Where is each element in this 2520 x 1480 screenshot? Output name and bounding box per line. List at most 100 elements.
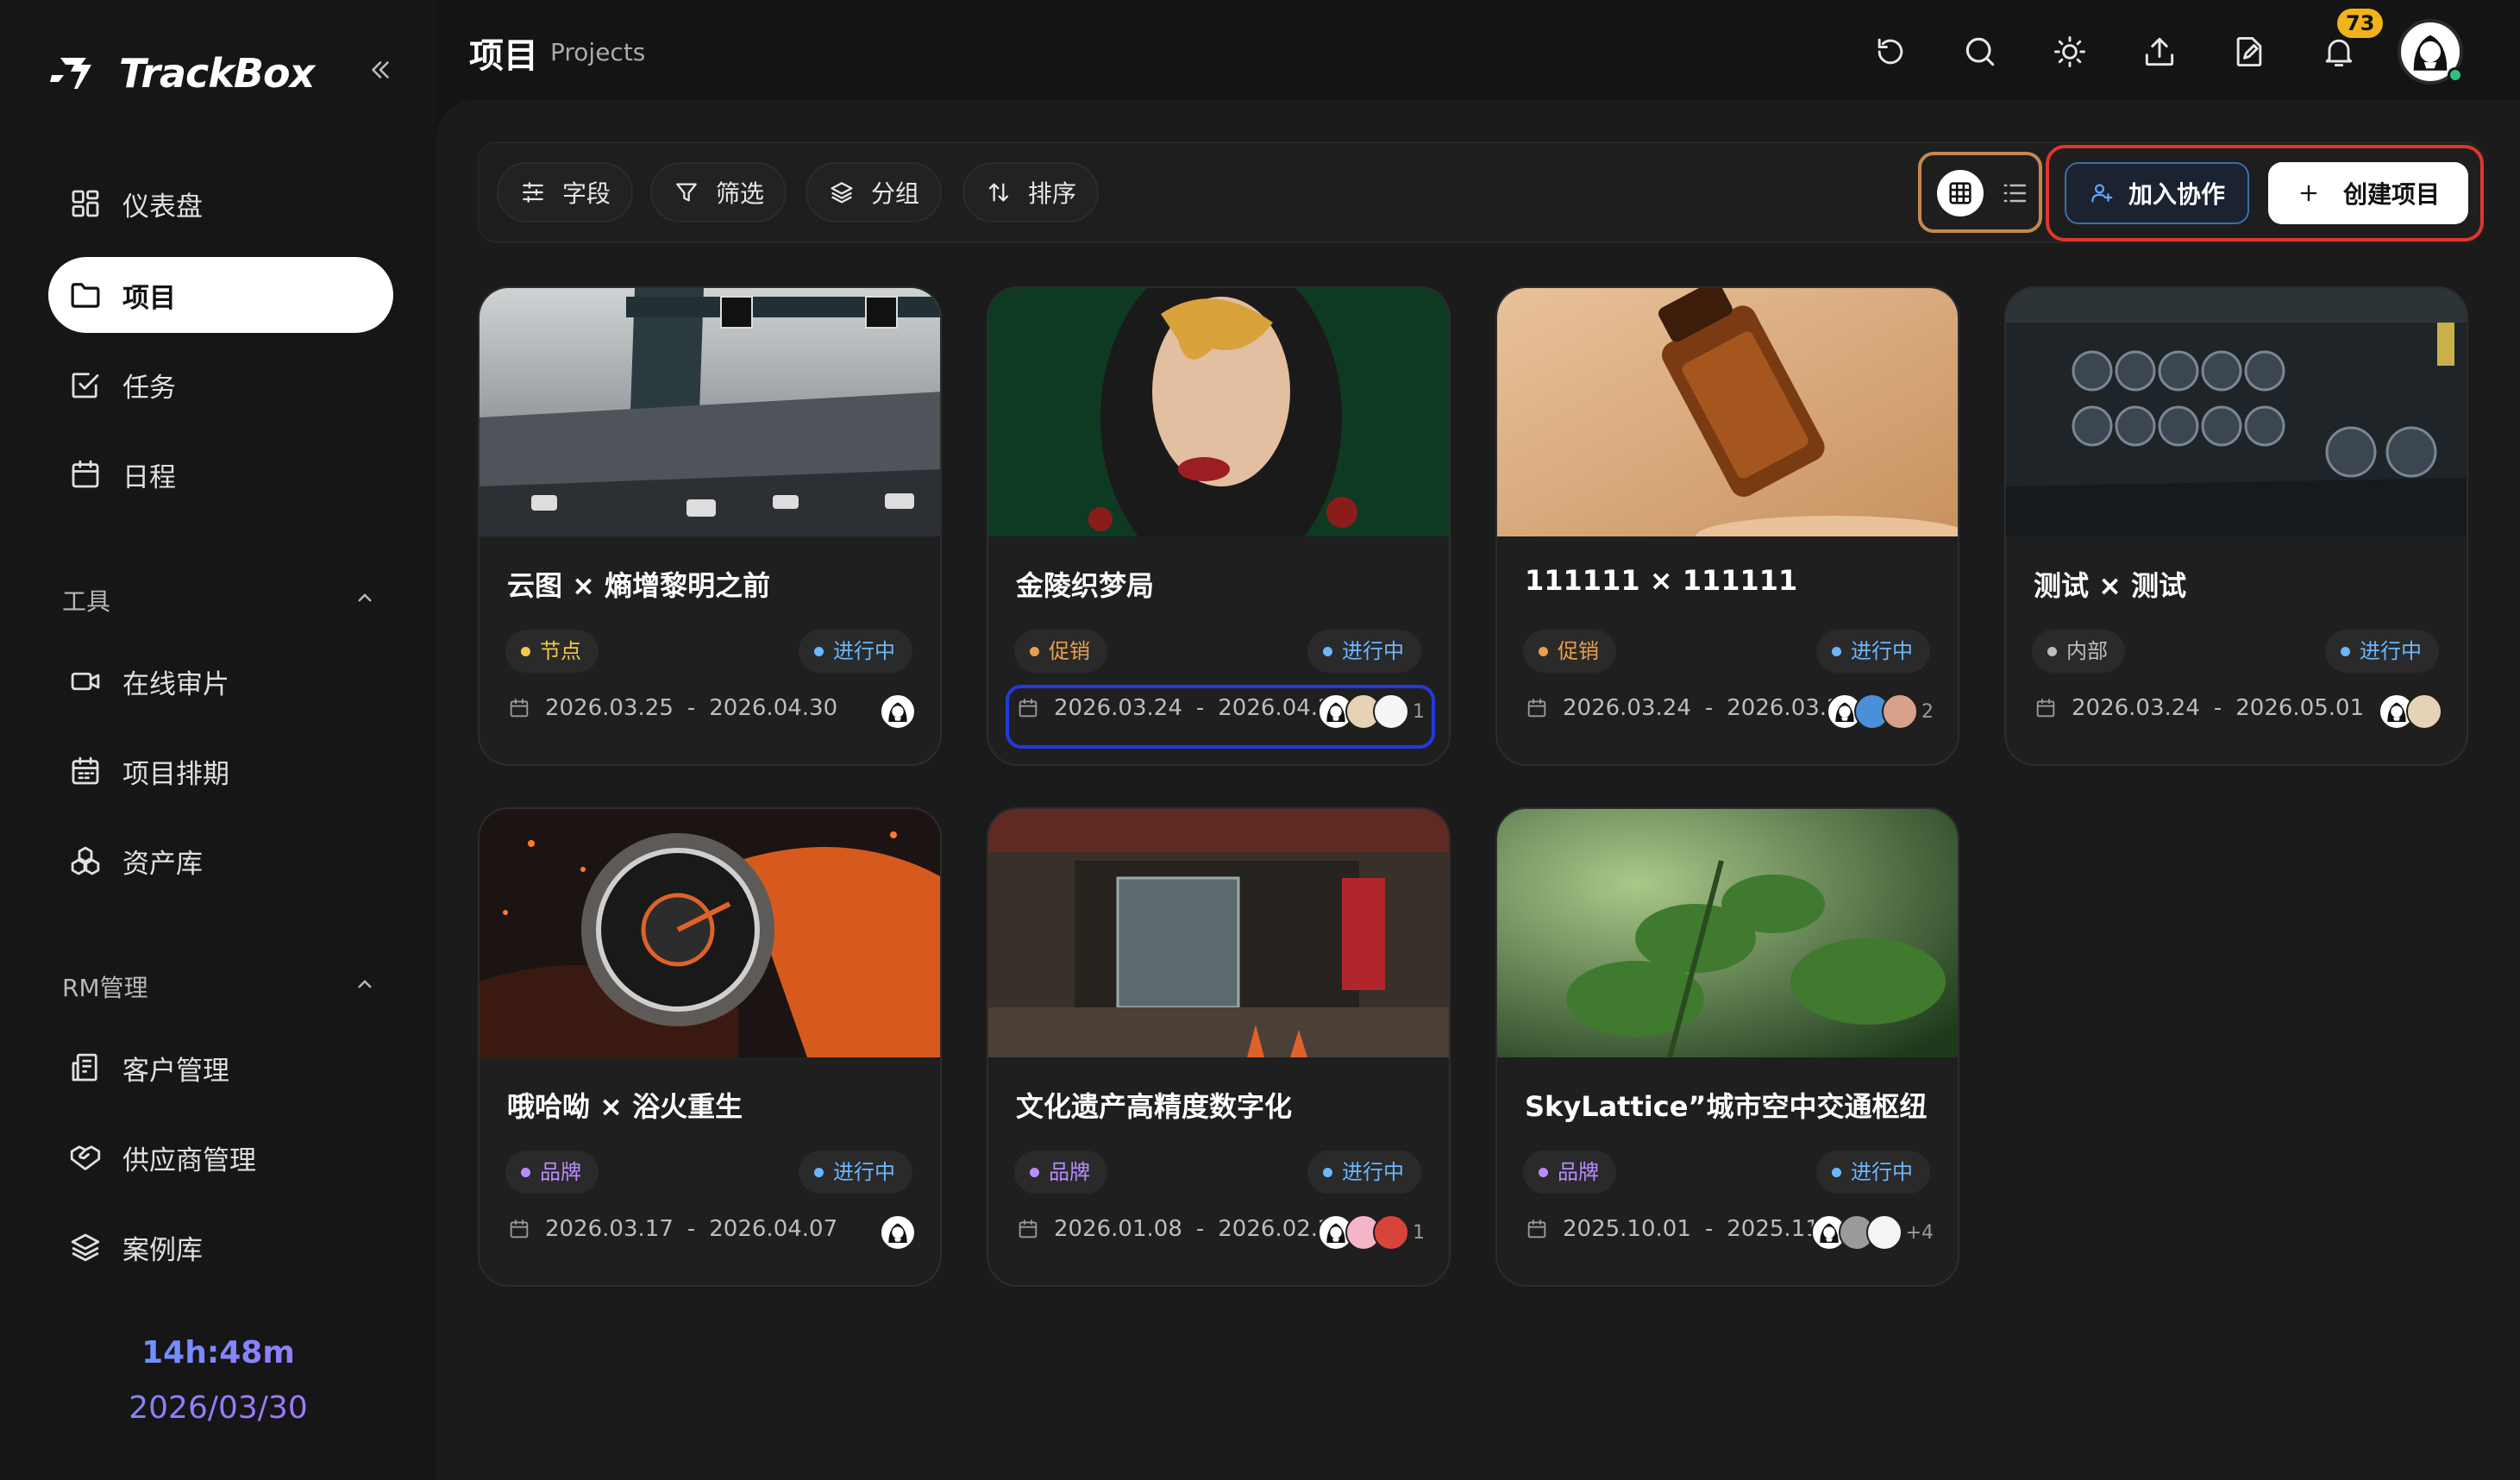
sidebar-item-label: 供应商管理 [122,1144,256,1176]
sidebar-item-projects[interactable]: 项目 [48,257,393,333]
sidebar-item-case-library[interactable]: 案例库 [48,1209,393,1285]
date-separator: - [2213,695,2222,721]
project-card[interactable]: SkyLattice”城市空中交通枢纽 品牌 进行中 2025.10.01 - … [1495,807,1959,1287]
schedule-icon [67,753,103,789]
member-avatar [1373,1214,1409,1251]
upload-icon[interactable] [2141,33,2178,71]
project-title: 哦哈呦 × 浴火重生 [507,1090,743,1123]
project-type-tag: 品牌 [505,1151,599,1194]
chevron-up-icon[interactable] [352,585,378,611]
start-date: 2025.10.01 [1563,1216,1691,1242]
assets-icon [67,843,103,879]
sidebar-item-project-schedule[interactable]: 项目排期 [48,733,393,809]
notification-badge: 73 [2337,9,2384,38]
sidebar-item-label: 仪表盘 [122,191,203,223]
project-dates: 2026.03.24 - 2026.03.27 [1525,695,1855,721]
project-type-tag: 品牌 [1523,1151,1616,1194]
status-badge: 进行中 [1307,1151,1421,1194]
project-dates: 2025.10.01 - 2025.11.01 [1525,1216,1855,1242]
project-type-tag: 品牌 [1014,1151,1107,1194]
refresh-icon[interactable] [1871,33,1909,71]
project-title: 云图 × 熵增黎明之前 [507,569,771,602]
project-dates: 2026.03.25 - 2026.04.30 [507,695,837,721]
client-icon [67,1050,103,1086]
theme-sun-icon[interactable] [2051,33,2089,71]
project-type-tag: 节点 [505,630,599,673]
project-cover-image [2006,288,2467,536]
sidebar-item-label: 在线审片 [122,668,229,700]
sidebar-item-client-management[interactable]: 客户管理 [48,1030,393,1106]
start-date: 2026.03.25 [545,695,674,721]
sidebar-item-online-review[interactable]: 在线审片 [48,643,393,719]
calendar-icon [507,696,531,720]
notification-bell-icon[interactable] [2320,33,2358,71]
supplier-handshake-icon [67,1139,103,1176]
sidebar-item-dashboard[interactable]: 仪表盘 [48,166,393,241]
view-toggle [1918,152,2042,233]
project-card[interactable]: 111111 × 111111 促销 进行中 2026.03.24 - 2026… [1495,286,1959,766]
project-type-tag: 促销 [1523,630,1616,673]
member-avatars[interactable]: +4 [1810,1214,1934,1251]
date-separator: - [686,1216,696,1242]
member-avatars[interactable] [880,693,916,730]
sidebar-item-label: 项目排期 [122,758,229,790]
project-card[interactable]: 哦哈呦 × 浴火重生 品牌 进行中 2026.03.17 - 2026.04.0… [478,807,942,1287]
status-badge: 进行中 [1816,630,1930,673]
fields-button[interactable]: 字段 [497,162,634,223]
project-dates: 2026.03.24 - 2026.05.01 [2034,695,2364,721]
sidebar-item-label: 日程 [122,461,176,493]
group-button[interactable]: 分组 [806,162,943,223]
member-avatar [1865,1214,1903,1251]
online-status-dot [2448,67,2463,83]
create-project-button[interactable]: 创建项目 [2268,162,2468,224]
brand[interactable]: TrackBox [48,50,315,97]
collapse-sidebar-icon[interactable] [366,55,395,85]
project-type-tag: 促销 [1014,630,1107,673]
member-avatars[interactable] [2379,693,2442,730]
filter-funnel-icon [673,179,700,206]
member-avatar [2406,693,2442,730]
calendar-icon [2034,696,2058,720]
status-badge: 进行中 [799,1151,912,1194]
page-title: 项目 [469,36,538,76]
date-separator: - [1704,695,1714,721]
member-avatars[interactable]: 1 [1318,1214,1425,1251]
chevron-up-icon[interactable] [352,971,378,997]
member-avatars[interactable]: 2 [1827,693,1934,730]
status-badge: 进行中 [1816,1151,1930,1194]
sidebar-item-label: 项目 [122,282,176,314]
end-date: 2026.04.07 [709,1216,838,1242]
date-separator: - [1704,1216,1714,1242]
project-card[interactable]: 文化遗产高精度数字化 品牌 进行中 2026.01.08 - 2026.02.2… [987,807,1451,1287]
sort-button[interactable]: 排序 [962,162,1100,223]
project-dates: 2026.03.17 - 2026.04.07 [507,1216,837,1242]
document-edit-icon[interactable] [2230,33,2268,71]
sort-arrows-icon [985,179,1012,206]
project-card[interactable]: 云图 × 熵增黎明之前 节点 进行中 2026.03.25 - 2026.04.… [478,286,942,766]
calendar-icon [1525,696,1549,720]
search-icon[interactable] [1961,33,1999,71]
calendar-icon [507,1217,531,1241]
dashboard-icon [67,185,103,222]
member-avatars[interactable] [880,1214,916,1251]
sidebar-item-tasks[interactable]: 任务 [48,347,393,423]
filter-button[interactable]: 筛选 [650,162,787,223]
list-view-icon[interactable] [1999,178,2030,209]
end-date: 2026.04.30 [709,695,838,721]
layers-icon [828,179,856,206]
project-cover-image [480,809,940,1057]
member-extra-count: +4 [1905,1221,1934,1244]
sidebar-item-asset-library[interactable]: 资产库 [48,823,393,899]
grid-view-button[interactable] [1937,170,1984,216]
project-title: 111111 × 111111 [1525,564,1798,597]
project-card[interactable]: 测试 × 测试 内部 进行中 2026.03.24 - 2026.05.01 [2004,286,2468,766]
section-title-rm: RM管理 [62,974,148,1002]
join-collaboration-button[interactable]: 加入协作 [2065,162,2249,224]
grid-icon [1949,182,1971,204]
selection-highlight [1006,685,1435,749]
project-actions: 加入协作 创建项目 [2046,145,2484,241]
sidebar-item-calendar[interactable]: 日程 [48,436,393,512]
app-name: TrackBox [119,50,315,97]
sidebar-item-supplier-management[interactable]: 供应商管理 [48,1119,393,1195]
sidebar-item-label: 案例库 [122,1234,203,1266]
